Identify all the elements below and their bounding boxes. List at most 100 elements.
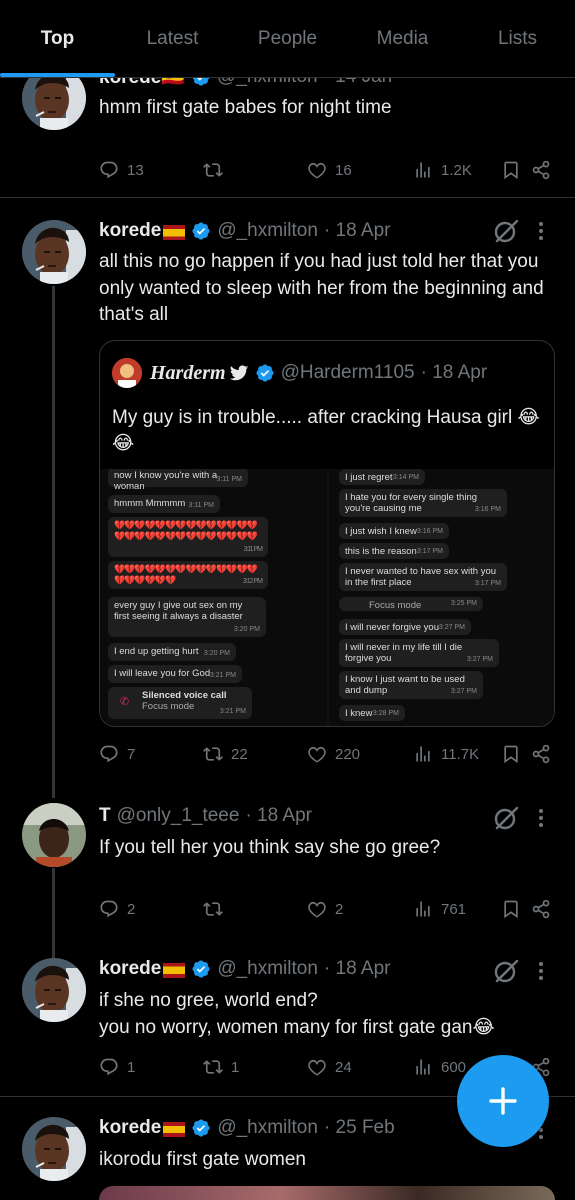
tab-lists[interactable]: Lists: [460, 0, 575, 77]
views-button[interactable]: 1.2K: [413, 158, 472, 182]
tweet-actions: 7 22 220 11.7K: [99, 742, 553, 766]
tweet-text: hmm first gate babes for night time: [99, 97, 392, 118]
tab-people[interactable]: People: [230, 0, 345, 77]
like-icon: [307, 1057, 327, 1077]
author-handle[interactable]: @only_1_teee: [117, 805, 240, 827]
views-icon: [413, 744, 433, 764]
reply-icon: [99, 899, 119, 919]
share-icon: [531, 160, 551, 180]
like-count: 16: [335, 161, 352, 179]
chat-bubble: I knew 3:28 PM: [339, 705, 405, 721]
avatar[interactable]: [22, 803, 86, 867]
compose-post-button[interactable]: [457, 1055, 549, 1147]
tweet-date[interactable]: · 18 Apr: [245, 805, 312, 827]
chat-bubble: every guy I give out sex on my first see…: [108, 597, 266, 637]
verified-badge-icon: [255, 363, 275, 383]
like-button[interactable]: 2: [307, 897, 343, 921]
search-tabs: Top Latest People Media Lists: [0, 0, 575, 78]
chat-bubble: 💔💔💔💔💔💔💔💔💔💔💔💔💔💔💔💔💔💔💔💔💔💔💔💔💔💔💔💔 3:11 PM: [108, 517, 268, 557]
grok-icon[interactable]: [493, 958, 519, 984]
verified-badge-icon: [191, 1118, 211, 1138]
timeline-feed: korede🇪🇸 @_hxmilton · 14 Jan hmm first g…: [0, 0, 575, 1200]
author-handle[interactable]: @_hxmilton: [217, 958, 318, 980]
share-button[interactable]: [531, 158, 551, 182]
bookmark-button[interactable]: [501, 897, 521, 921]
phone-icon: ✆: [120, 696, 130, 708]
grok-icon[interactable]: [493, 218, 519, 244]
like-button[interactable]: 220: [307, 742, 360, 766]
views-icon: [413, 160, 433, 180]
verified-badge-icon: [191, 221, 211, 241]
chat-bubble: I just regret 3:14 PM: [339, 469, 425, 485]
author-handle[interactable]: @_hxmilton: [217, 1117, 318, 1139]
like-count: 24: [335, 1058, 352, 1076]
quote-author-handle[interactable]: @Harderm1105: [281, 362, 415, 384]
retweet-button[interactable]: [203, 897, 231, 921]
author-handle[interactable]: @_hxmilton: [217, 220, 318, 242]
author-name[interactable]: korede: [99, 220, 161, 242]
reply-count: 1: [127, 1058, 136, 1076]
quote-avatar[interactable]: [112, 358, 142, 388]
like-icon: [307, 744, 327, 764]
retweet-count: 22: [231, 745, 248, 763]
more-options-icon[interactable]: [531, 958, 551, 984]
share-button[interactable]: [531, 897, 551, 921]
reply-count: 2: [127, 900, 136, 918]
reply-button[interactable]: 2: [99, 897, 135, 921]
spain-flag-icon: [163, 1121, 186, 1137]
more-options-icon[interactable]: [531, 805, 551, 831]
chat-screenshot-left: now I know you're with a woman 3:11 PM hm…: [100, 469, 327, 726]
tweet-date[interactable]: · 18 Apr: [324, 958, 391, 980]
like-button[interactable]: 16: [307, 158, 352, 182]
retweet-button[interactable]: 1: [203, 1055, 239, 1079]
share-button[interactable]: [531, 742, 551, 766]
tweet-text-line: if she no gree, world end?: [99, 990, 318, 1011]
bookmark-button[interactable]: [501, 158, 521, 182]
author-name[interactable]: T: [99, 805, 111, 827]
reply-button[interactable]: 1: [99, 1055, 135, 1079]
more-options-icon[interactable]: [531, 218, 551, 244]
tweet-date[interactable]: · 18 Apr: [324, 220, 391, 242]
views-button[interactable]: 761: [413, 897, 466, 921]
views-button[interactable]: 600: [413, 1055, 466, 1079]
tweet-actions: 2 2 761: [99, 897, 553, 921]
twitter-bird-icon: [229, 365, 248, 381]
tab-latest[interactable]: Latest: [115, 0, 230, 77]
tweet-text: all this no go happen if you had just to…: [99, 251, 544, 325]
author-name[interactable]: korede: [99, 1117, 161, 1139]
chat-bubble: I will leave you for God 3:21 PM: [108, 665, 242, 683]
tweet-header: korede @_hxmilton · 18 Apr: [99, 218, 555, 244]
plus-icon: [489, 1087, 517, 1115]
view-count: 761: [441, 900, 467, 918]
tweet-text: ikorodu first gate women: [99, 1149, 306, 1170]
author-name[interactable]: korede: [99, 958, 161, 980]
quoted-tweet[interactable]: Harderm @Harderm1105 · 18 Apr My guy is …: [99, 340, 555, 727]
avatar[interactable]: [22, 1117, 86, 1181]
tweet-date[interactable]: · 25 Feb: [324, 1117, 395, 1139]
retweet-button[interactable]: 22: [203, 742, 248, 766]
tab-top[interactable]: Top: [0, 0, 115, 77]
like-button[interactable]: 24: [307, 1055, 352, 1079]
views-icon: [413, 899, 433, 919]
tab-label: Top: [40, 27, 75, 49]
chat-screenshot-image[interactable]: now I know you're with a woman 3:11 PM hm…: [100, 469, 554, 726]
tab-media[interactable]: Media: [345, 0, 460, 77]
retweet-button[interactable]: [203, 158, 231, 182]
reply-icon: [99, 744, 119, 764]
bookmark-button[interactable]: [501, 742, 521, 766]
grok-icon[interactable]: [493, 805, 519, 831]
tweet[interactable]: T @only_1_teee · 18 Apr If you tell her …: [0, 790, 575, 958]
avatar[interactable]: [22, 220, 86, 284]
avatar[interactable]: [22, 958, 86, 1022]
reply-button[interactable]: 7: [99, 742, 135, 766]
chat-bubble: I end up getting hurt 3:20 PM: [108, 643, 236, 661]
quote-date[interactable]: · 18 Apr: [421, 362, 488, 384]
retweet-icon: [203, 1057, 223, 1077]
reply-button[interactable]: 13: [99, 158, 144, 182]
reply-icon: [99, 160, 119, 180]
quote-author-name[interactable]: Harderm: [150, 362, 226, 385]
views-button[interactable]: 11.7K: [413, 742, 479, 766]
chat-bubble: ✆ Silenced voice call Focus mode 3:21 PM: [108, 687, 252, 719]
chat-bubble: I hate you for every single thing you're…: [339, 489, 507, 517]
tweet-media-image[interactable]: [99, 1186, 555, 1200]
